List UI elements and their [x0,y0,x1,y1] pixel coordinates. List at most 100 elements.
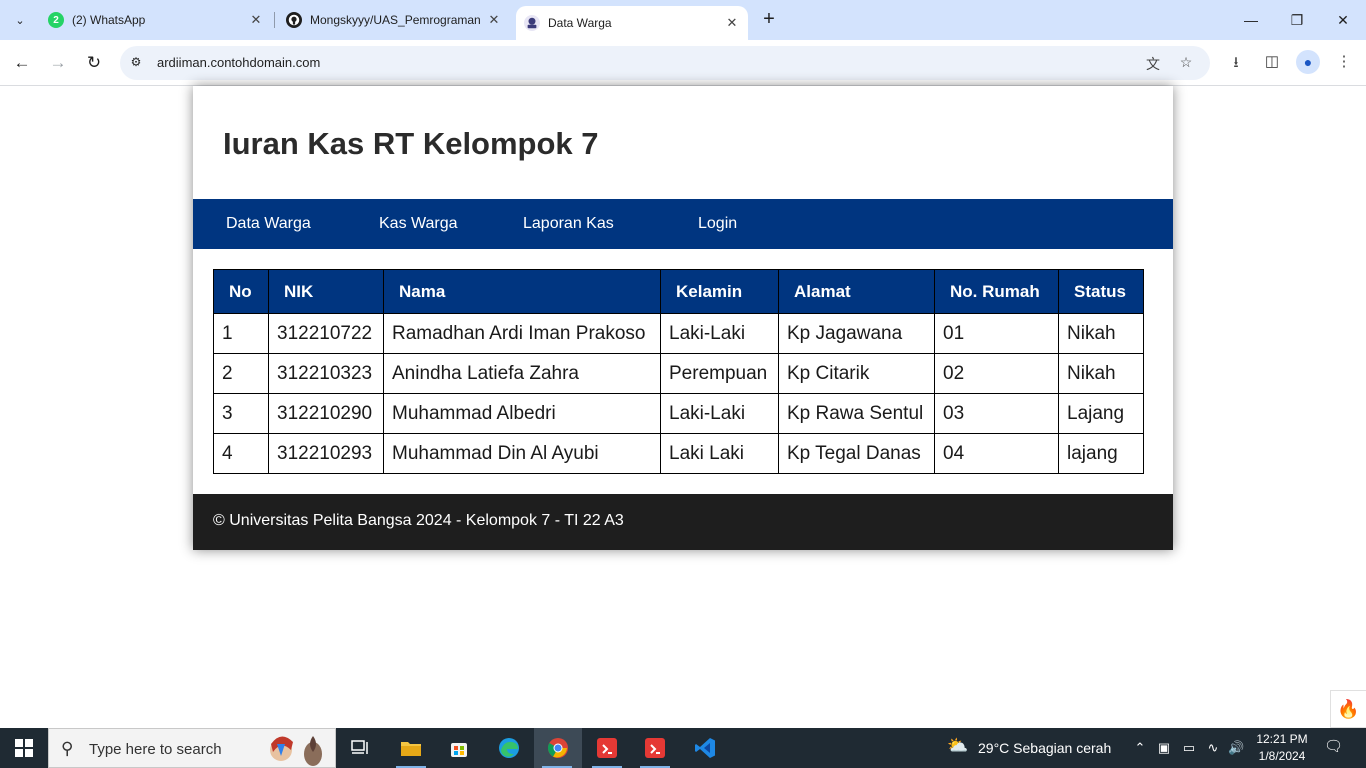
page-header: Iuran Kas RT Kelompok 7 [193,86,1173,199]
menu-kebab-icon[interactable]: ⋮ [1333,52,1355,74]
wifi-icon[interactable]: ∿ [1205,740,1221,756]
cell-nama: Ramadhan Ardi Iman Prakoso [383,313,661,354]
page-container: Iuran Kas RT Kelompok 7 Data Warga Kas W… [193,86,1173,550]
git-client-icon[interactable] [584,728,630,768]
cell-kelamin: Laki Laki [660,433,779,474]
cell-no: 1 [213,313,269,354]
table-row: 3 312210290 Muhammad Albedri Laki-Laki K… [213,393,1144,434]
edge-browser-icon[interactable] [486,728,532,768]
url-text[interactable]: ardiiman.contohdomain.com [157,55,320,70]
tab-github[interactable]: Mongskyyy/UAS_Pemrograman ✕ [278,0,510,40]
table-row: 4 312210293 Muhammad Din Al Ayubi Laki L… [213,433,1144,474]
show-hidden-icons-icon[interactable]: ⌃ [1132,740,1148,756]
browser-toolbar: ← → ↻ ⚙ ardiiman.contohdomain.com 文 ☆ ⭳ … [0,40,1366,86]
clock-time: 12:21 PM [1256,732,1308,746]
flame-icon[interactable]: 🔥 [1330,690,1366,728]
taskbar-search[interactable]: ⚲ Type here to search [48,728,336,768]
cell-no-rumah: 04 [934,433,1059,474]
cell-kelamin: Laki-Laki [660,393,779,434]
start-button[interactable] [0,728,48,768]
column-header-nama: Nama [383,269,661,314]
file-explorer-icon[interactable] [388,728,434,768]
cell-no: 2 [213,353,269,394]
windows-logo-icon [15,739,33,757]
column-header-nik: NIK [268,269,384,314]
tab-search-chevron-icon[interactable]: ⌄ [8,8,32,32]
forward-icon[interactable]: → [44,49,72,77]
volume-icon[interactable]: 🔊 [1228,740,1244,756]
table-row: 2 312210323 Anindha Latiefa Zahra Peremp… [213,353,1144,394]
cell-nik: 312210722 [268,313,384,354]
cell-nik: 312210293 [268,433,384,474]
cell-status: Nikah [1058,353,1144,394]
tab-data-warga[interactable]: Data Warga ✕ [516,6,748,40]
minimize-icon[interactable]: — [1228,0,1274,40]
nav-login[interactable]: Login [698,199,737,249]
meet-now-icon[interactable]: ▣ [1156,740,1172,756]
cell-no-rumah: 01 [934,313,1059,354]
weather-text[interactable]: 29°C Sebagian cerah [978,728,1111,768]
battery-icon[interactable]: ▭ [1181,740,1197,756]
data-warga-table: No NIK Nama Kelamin Alamat No. Rumah Sta… [213,269,1144,474]
close-tab-icon[interactable]: ✕ [248,12,264,28]
cell-alamat: Kp Tegal Danas [778,433,935,474]
address-bar[interactable]: ⚙ ardiiman.contohdomain.com 文 ☆ [120,46,1210,80]
nav-kas-warga[interactable]: Kas Warga [379,199,458,249]
column-header-status: Status [1058,269,1144,314]
whatsapp-icon: 2 [48,12,64,28]
bookmark-star-icon[interactable]: ☆ [1177,54,1195,72]
cell-nama: Muhammad Din Al Ayubi [383,433,661,474]
cell-alamat: Kp Citarik [778,353,935,394]
windows-taskbar: ⚲ Type here to search ⛅ 29°C Sebagian ce… [0,728,1366,768]
close-tab-icon[interactable]: ✕ [486,12,502,28]
nav-laporan-kas[interactable]: Laporan Kas [523,199,614,249]
notification-center-icon[interactable]: 🗨 [1324,739,1343,757]
tab-title: Mongskyyy/UAS_Pemrograman [310,13,480,27]
browser-tab-strip: ⌄ 2 (2) WhatsApp ✕ Mongskyyy/UAS_Pemrogr… [0,0,1366,40]
back-icon[interactable]: ← [8,49,36,77]
github-icon [286,12,302,28]
cell-nik: 312210290 [268,393,384,434]
table-header-row: No NIK Nama Kelamin Alamat No. Rumah Sta… [213,269,1144,314]
microsoft-store-icon[interactable] [436,728,482,768]
task-view-icon[interactable] [338,728,384,768]
search-icon: ⚲ [61,739,74,758]
cell-no-rumah: 03 [934,393,1059,434]
new-tab-icon[interactable]: + [758,8,780,30]
git-client-2-icon[interactable] [632,728,678,768]
side-panel-icon[interactable]: ◫ [1261,52,1283,74]
restore-icon[interactable]: ❐ [1274,0,1320,40]
cell-nama: Anindha Latiefa Zahra [383,353,661,394]
site-settings-icon[interactable]: ⚙ [128,55,144,71]
page-title: Iuran Kas RT Kelompok 7 [223,126,599,161]
chrome-browser-icon[interactable] [534,728,582,768]
reload-icon[interactable]: ↻ [80,49,108,77]
weather-icon[interactable]: ⛅ [946,737,970,758]
cell-nama: Muhammad Albedri [383,393,661,434]
system-clock[interactable]: 12:21 PM 1/8/2024 [1252,731,1312,765]
cell-status: lajang [1058,433,1144,474]
search-highlight-illustration-icon [270,736,322,766]
vscode-icon[interactable] [682,728,728,768]
tab-separator [274,12,275,28]
download-icon[interactable]: ⭳ [1225,52,1247,74]
clock-date: 1/8/2024 [1258,749,1306,763]
cell-kelamin: Perempuan [660,353,779,394]
translate-icon[interactable]: 文 [1144,54,1162,72]
close-tab-icon[interactable]: ✕ [724,15,740,31]
column-header-kelamin: Kelamin [660,269,779,314]
main-navigation: Data Warga Kas Warga Laporan Kas Login [193,199,1173,249]
cell-no: 3 [213,393,269,434]
tab-title: (2) WhatsApp [72,13,146,27]
tab-title: Data Warga [548,16,612,30]
cell-kelamin: Laki-Laki [660,313,779,354]
cell-alamat: Kp Rawa Sentul [778,393,935,434]
table-row: 1 312210722 Ramadhan Ardi Iman Prakoso L… [213,313,1144,354]
search-placeholder: Type here to search [89,741,222,758]
footer-copyright: © Universitas Pelita Bangsa 2024 - Kelom… [213,512,624,529]
tab-whatsapp[interactable]: 2 (2) WhatsApp ✕ [40,0,272,40]
profile-avatar-icon[interactable]: ● [1296,50,1320,74]
nav-data-warga[interactable]: Data Warga [226,199,311,249]
close-window-icon[interactable]: ✕ [1320,0,1366,40]
column-header-no: No [213,269,269,314]
